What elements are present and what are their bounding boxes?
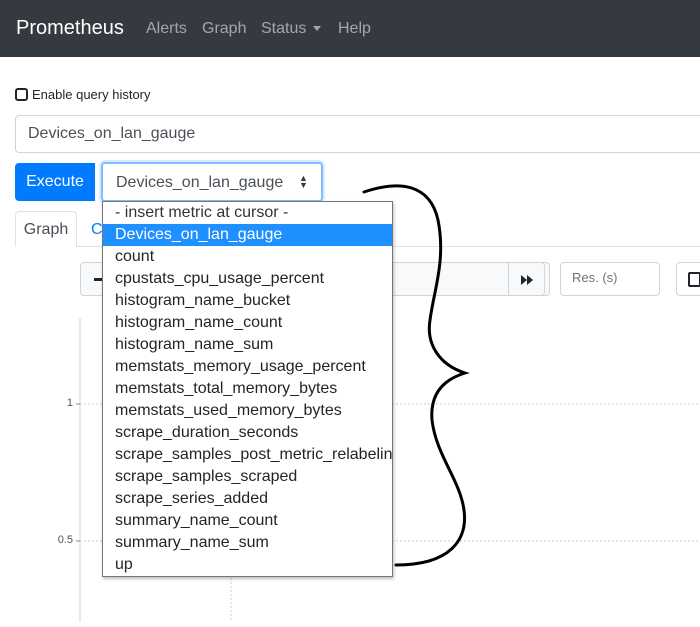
end-time-forward-button[interactable] xyxy=(508,262,545,296)
dropdown-option[interactable]: cpustats_cpu_usage_percent xyxy=(103,268,392,290)
expression-input[interactable]: Devices_on_lan_gauge xyxy=(15,115,700,153)
dropdown-option[interactable]: scrape_samples_scraped xyxy=(103,466,392,488)
y-tick-label: 1 xyxy=(66,397,73,409)
nav-status[interactable]: Status xyxy=(261,20,306,38)
dropdown-option[interactable]: histogram_name_sum xyxy=(103,334,392,356)
dropdown-option[interactable]: summary_name_sum xyxy=(103,532,392,554)
minus-icon[interactable] xyxy=(94,278,102,281)
caret-down-icon[interactable] xyxy=(313,26,321,31)
metric-select-value: Devices_on_lan_gauge xyxy=(116,174,284,191)
sort-arrows-icon: ▲ ▼ xyxy=(299,173,308,190)
resolution-placeholder: Res. (s) xyxy=(572,270,618,285)
metric-dropdown-list: - insert metric at cursor - Devices_on_l… xyxy=(102,201,393,577)
brand-logo[interactable]: Prometheus xyxy=(16,17,124,40)
metric-select[interactable]: Devices_on_lan_gauge ▲ ▼ xyxy=(101,162,323,202)
tab-console[interactable]: C xyxy=(91,221,103,239)
navbar: Prometheus Alerts Graph Status Help xyxy=(0,0,700,57)
dropdown-option-selected[interactable]: Devices_on_lan_gauge xyxy=(103,224,392,246)
query-history-label: Enable query history xyxy=(32,87,151,102)
stacked-icon xyxy=(688,272,700,287)
dropdown-option[interactable]: count xyxy=(103,246,392,268)
query-history-checkbox[interactable] xyxy=(15,88,28,101)
dropdown-option[interactable]: memstats_used_memory_bytes xyxy=(103,400,392,422)
y-tick-label: 0.5 xyxy=(57,534,73,546)
execute-button[interactable]: Execute xyxy=(15,163,95,201)
dropdown-option[interactable]: histogram_name_bucket xyxy=(103,290,392,312)
nav-alerts[interactable]: Alerts xyxy=(146,20,187,38)
dropdown-option[interactable]: memstats_memory_usage_percent xyxy=(103,356,392,378)
dropdown-option[interactable]: scrape_samples_post_metric_relabeling xyxy=(103,444,392,466)
dropdown-option[interactable]: up xyxy=(103,554,392,576)
dropdown-option[interactable]: memstats_total_memory_bytes xyxy=(103,378,392,400)
fast-forward-icon xyxy=(521,275,533,285)
dropdown-option[interactable]: - insert metric at cursor - xyxy=(103,202,392,224)
dropdown-option[interactable]: scrape_duration_seconds xyxy=(103,422,392,444)
dropdown-option[interactable]: scrape_series_added xyxy=(103,488,392,510)
nav-graph[interactable]: Graph xyxy=(202,20,246,38)
nav-help[interactable]: Help xyxy=(338,20,371,38)
dropdown-option[interactable]: histogram_name_count xyxy=(103,312,392,334)
dropdown-option[interactable]: summary_name_count xyxy=(103,510,392,532)
tab-graph[interactable]: Graph xyxy=(15,211,77,247)
annotation-brace xyxy=(362,184,470,567)
